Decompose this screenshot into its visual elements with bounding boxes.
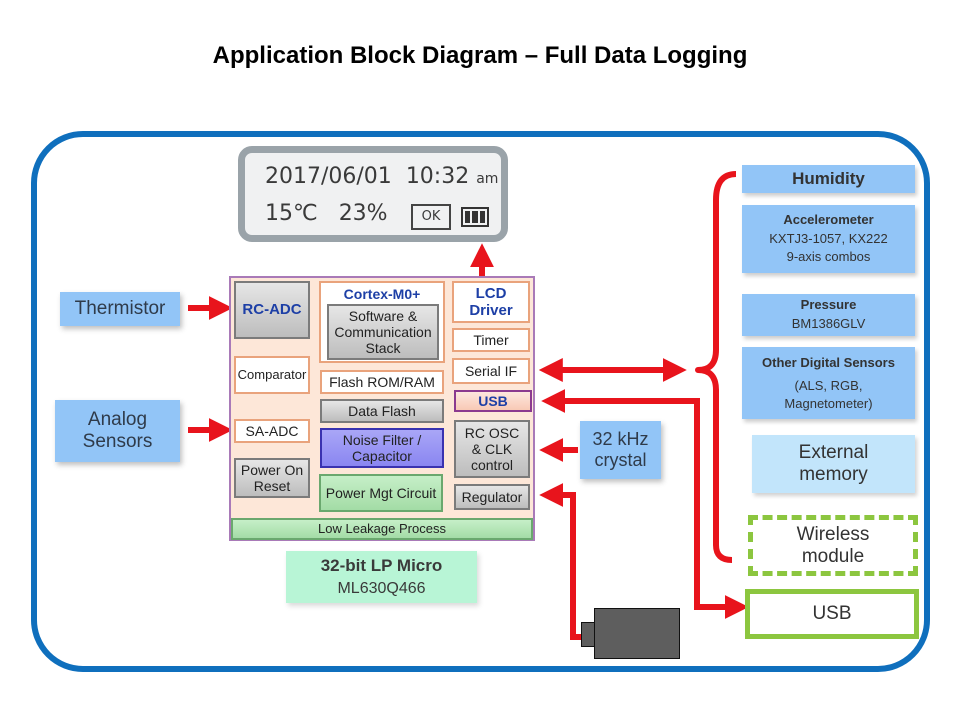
por-line1: Power On xyxy=(240,461,304,478)
software-line2: Communication xyxy=(334,323,432,340)
accelerometer-box: Accelerometer KXTJ3-1057, KX222 9-axis c… xyxy=(742,205,915,273)
lcd-date: 2017/06/01 xyxy=(265,164,392,189)
power-adapter-icon xyxy=(594,608,680,659)
lcd-time: 10:32 xyxy=(405,164,470,189)
analog-line1: Analog xyxy=(87,409,148,431)
power-mgt-block: Power Mgt Circuit xyxy=(319,474,443,512)
analog-line2: Sensors xyxy=(82,431,153,452)
pressure-part: BM1386GLV xyxy=(791,316,866,331)
lcd-date-time: 2017/06/01 10:32 am xyxy=(265,164,498,189)
software-line3: Stack xyxy=(365,340,401,357)
lcd-humidity: 23% xyxy=(338,201,388,226)
accelerometer-title: Accelerometer xyxy=(783,211,874,227)
other-sensors-line1: (ALS, RGB, xyxy=(794,378,863,394)
pressure-title: Pressure xyxy=(800,297,857,313)
crystal-line2: crystal xyxy=(594,450,647,470)
rcosc-line1: RC OSC xyxy=(464,424,520,441)
lcd-temperature: 15℃ xyxy=(265,201,318,226)
data-flash-block: Data Flash xyxy=(320,399,444,423)
external-memory-box: External memory xyxy=(752,435,915,493)
software-line1: Software & xyxy=(348,307,418,324)
lcd-ampm: am xyxy=(476,171,499,187)
noise-line1: Noise Filter / xyxy=(342,431,422,448)
battery-full-icon xyxy=(461,207,489,227)
rc-adc-block: RC-ADC xyxy=(234,281,310,339)
wireless-line2: module xyxy=(801,545,865,567)
sa-adc-block: SA-ADC xyxy=(234,419,310,443)
usb-connector-box: USB xyxy=(745,589,919,639)
thermistor-box: Thermistor xyxy=(60,292,180,326)
crystal-box: 32 kHz crystal xyxy=(580,421,661,479)
micro-label-title: 32-bit LP Micro xyxy=(320,556,443,576)
noise-filter-block: Noise Filter / Capacitor xyxy=(320,428,444,468)
serial-if-block: Serial IF xyxy=(452,358,530,384)
por-line2: Reset xyxy=(253,478,291,494)
accelerometer-combos: 9-axis combos xyxy=(786,249,871,265)
rc-osc-block: RC OSC & CLK control xyxy=(454,420,530,478)
usb-block: USB xyxy=(454,390,532,412)
micro-label: 32-bit LP Micro ML630Q466 xyxy=(286,551,477,603)
wireless-module-box: Wireless module xyxy=(748,515,918,576)
power-on-reset-block: Power On Reset xyxy=(234,458,310,498)
external-memory-line1: External xyxy=(798,442,869,464)
rcosc-line2: & CLK xyxy=(471,440,513,457)
other-sensors-title: Other Digital Sensors xyxy=(762,354,895,370)
cortex-block: Cortex-M0+ Software & Communication Stac… xyxy=(319,281,445,363)
lcd-display: 2017/06/01 10:32 am 15℃ 23% OK xyxy=(238,146,508,242)
arrow-power-path xyxy=(539,483,594,640)
lcd-ok-indicator: OK xyxy=(411,204,451,230)
power-jack-plug-icon xyxy=(581,622,595,647)
cortex-label: Cortex-M0+ xyxy=(343,286,421,302)
humidity-box: Humidity xyxy=(742,165,915,193)
software-stack-block: Software & Communication Stack xyxy=(327,304,439,360)
wireless-line1: Wireless xyxy=(796,523,870,545)
regulator-block: Regulator xyxy=(454,484,530,510)
accelerometer-parts: KXTJ3-1057, KX222 xyxy=(769,230,888,246)
external-memory-line2: memory xyxy=(799,464,868,485)
pressure-box: Pressure BM1386GLV xyxy=(742,294,915,336)
sensor-bracket xyxy=(695,171,737,563)
flash-rom-ram-block: Flash ROM/RAM xyxy=(320,370,444,394)
microcontroller-block: RC-ADC Cortex-M0+ Software & Communicati… xyxy=(229,276,535,541)
lcd-driver-block: LCD Driver xyxy=(452,281,530,323)
noise-line2: Capacitor xyxy=(352,448,412,464)
micro-part-number: ML630Q466 xyxy=(337,579,426,597)
lcd-driver-line2: Driver xyxy=(469,302,513,319)
other-sensors-line2: Magnetometer) xyxy=(784,395,873,411)
rcosc-line3: control xyxy=(470,457,514,474)
timer-block: Timer xyxy=(452,328,530,352)
lcd-readings: 15℃ 23% xyxy=(265,201,388,226)
other-sensors-box: Other Digital Sensors (ALS, RGB, Magneto… xyxy=(742,347,915,419)
crystal-line1: 32 kHz xyxy=(592,429,649,450)
comparator-block: Comparator xyxy=(234,356,310,394)
low-leakage-block: Low Leakage Process xyxy=(231,518,533,540)
lcd-driver-line1: LCD xyxy=(475,284,507,302)
analog-sensors-box: Analog Sensors xyxy=(55,400,180,462)
